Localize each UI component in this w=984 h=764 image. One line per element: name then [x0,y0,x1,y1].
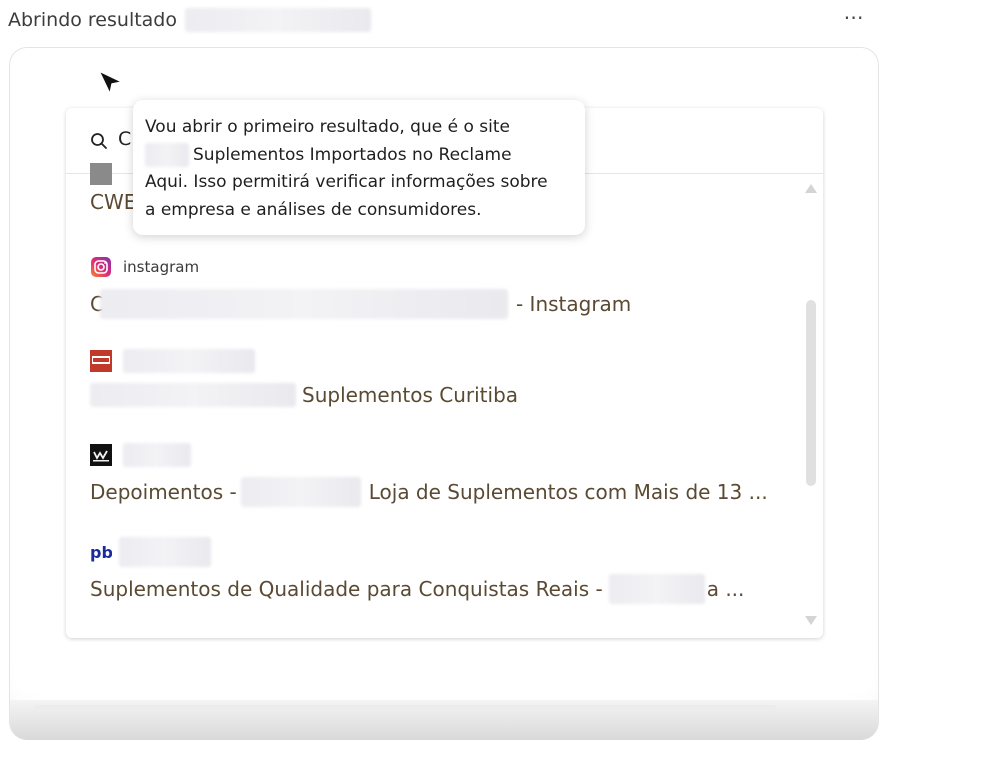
cw-favicon-icon [90,444,112,466]
cwb-favicon-icon [90,163,112,185]
search-icon [91,133,107,149]
result-title-prefix: Depoimentos - [90,480,237,504]
result-title-suffix: a ... [706,577,745,601]
instagram-icon [91,257,111,277]
tooltip-line: Suplementos Importados no Reclame [193,144,512,165]
pb-favicon-icon: pb [90,543,112,562]
redacted-text [123,443,191,467]
result-title-suffix: Loja de Suplementos com Mais de 13 ... [368,480,768,504]
horizontal-scrollbar[interactable] [34,705,776,710]
redacted-text [240,477,361,507]
redacted-text [185,8,371,32]
redacted-text [608,574,705,604]
page-title: Abrindo resultado [8,8,371,32]
scroll-down-arrow-icon[interactable] [805,616,817,625]
list-item[interactable]: pb Suplementos de Qualidade para Conquis… [90,537,790,604]
svg-text:pb: pb [90,543,112,562]
more-options-button[interactable]: ⋯ [840,7,868,30]
vertical-scrollbar-thumb[interactable] [806,300,816,486]
result-source: instagram [123,258,200,276]
tooltip-line: Aqui. Isso permitirá verificar informaçõ… [145,172,548,192]
cwb-favicon-icon [90,350,112,372]
tooltip-line: a empresa e análises de consumidores. [145,199,482,220]
redacted-text [123,349,255,373]
redacted-text [99,289,508,319]
redacted-text [119,537,211,567]
result-title: CWE [90,190,137,214]
tooltip-line: Vou abrir o primeiro resultado, que é o … [145,117,510,137]
list-item[interactable]: Depoimentos - Loja de Suplementos com Ma… [90,443,790,507]
list-item[interactable]: instagram C - Instagram [90,255,790,319]
mouse-cursor-icon [98,70,123,95]
redacted-text [145,143,189,168]
search-query-text: C [118,128,132,150]
page-title-text: Abrindo resultado [8,9,177,31]
list-item[interactable]: Suplementos Curitiba [90,349,790,407]
scroll-up-arrow-icon[interactable] [805,184,817,193]
redacted-text [90,383,296,407]
result-title-suffix: Suplementos Curitiba [302,383,519,407]
assistant-tooltip: Vou abrir o primeiro resultado, que é o … [133,100,585,235]
result-title-prefix: Suplementos de Qualidade para Conquistas… [90,577,603,601]
result-title-suffix: - Instagram [515,292,632,316]
